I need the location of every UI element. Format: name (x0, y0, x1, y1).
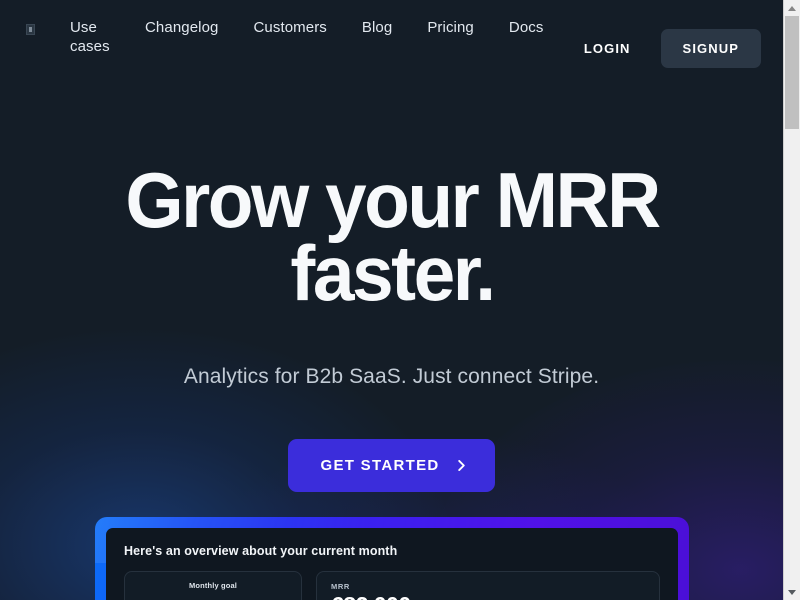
hero-subtitle: Analytics for B2b SaaS. Just connect Str… (183, 365, 600, 389)
dashboard-preview-frame: Here's an overview about your current mo… (95, 517, 689, 600)
mrr-card[interactable]: MRR €82,000 ▲ 2.4% (316, 571, 660, 600)
main-navigation: Use cases Changelog Customers Blog Prici… (0, 0, 783, 76)
dashboard-preview-screen: Here's an overview about your current mo… (106, 528, 678, 600)
mrr-value-row: €82,000 ▲ 2.4% (331, 594, 659, 600)
headline-line-2: faster. (289, 228, 496, 317)
nav-item-docs[interactable]: Docs (509, 18, 544, 37)
nav-item-blog[interactable]: Blog (362, 18, 392, 37)
nav-item-changelog[interactable]: Changelog (145, 18, 218, 37)
get-started-button[interactable]: GET STARTED (288, 439, 495, 493)
nav-item-customers[interactable]: Customers (253, 18, 326, 37)
hero-cta-wrapper: GET STARTED (0, 439, 783, 493)
page-scrollbar[interactable] (783, 0, 800, 600)
dashboard-cards: Monthly goal MRR €82,000 ▲ 2.4% (124, 571, 660, 600)
mrr-value: €82,000 (331, 594, 411, 600)
nav-auth-actions: LOGIN SIGNUP (584, 18, 761, 68)
get-started-label: GET STARTED (320, 457, 440, 475)
scrollbar-thumb[interactable] (785, 16, 799, 129)
page-title: Grow your MRR faster. (94, 161, 689, 312)
nav-item-pricing[interactable]: Pricing (427, 18, 474, 37)
signup-button[interactable]: SIGNUP (660, 29, 761, 68)
login-link[interactable]: LOGIN (584, 41, 631, 56)
nav-links: Use cases Changelog Customers Blog Prici… (70, 18, 578, 56)
monthly-goal-label: Monthly goal (188, 581, 238, 590)
scroll-up-arrow-icon[interactable] (784, 0, 800, 16)
browser-viewport: Use cases Changelog Customers Blog Prici… (0, 0, 800, 600)
monthly-goal-card[interactable]: Monthly goal (124, 571, 302, 600)
nav-item-use-cases[interactable]: Use cases (70, 18, 110, 56)
chevron-right-icon (457, 460, 465, 472)
mrr-label: MRR (331, 582, 350, 591)
landing-page: Use cases Changelog Customers Blog Prici… (0, 0, 783, 600)
dashboard-overview-title: Here's an overview about your current mo… (124, 544, 398, 558)
scroll-down-arrow-icon[interactable] (784, 584, 800, 600)
site-logo-broken-image-icon[interactable] (26, 24, 35, 35)
hero-section: Grow your MRR faster. Analytics for B2b … (0, 76, 783, 493)
